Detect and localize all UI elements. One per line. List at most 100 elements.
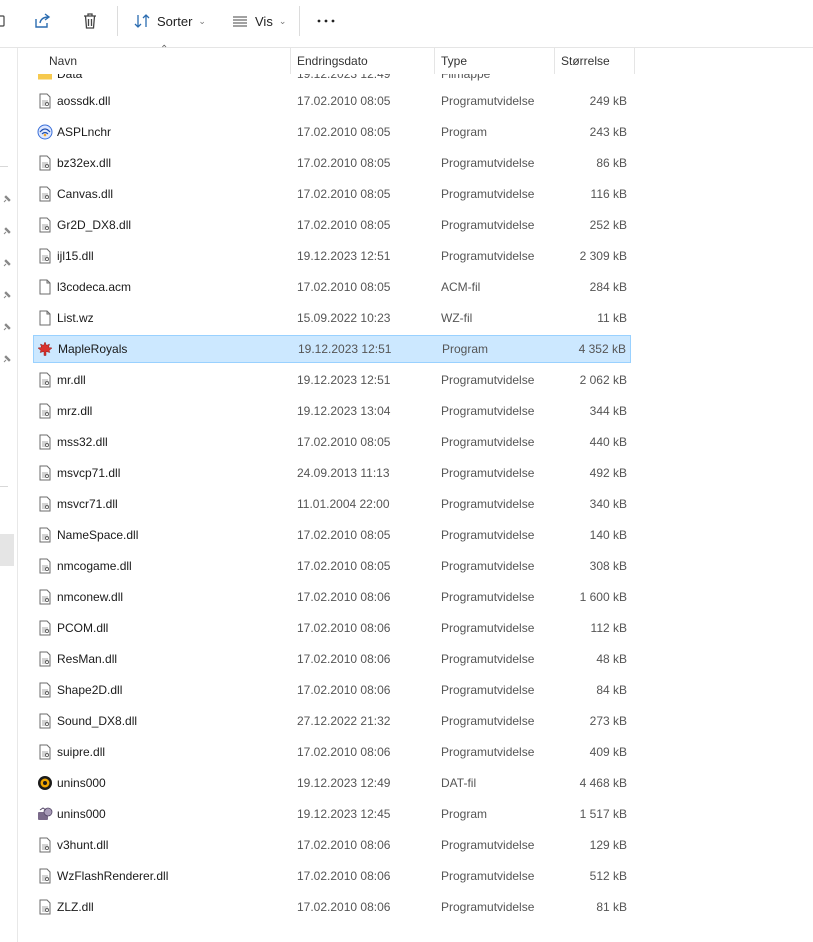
file-name: v3hunt.dll xyxy=(57,838,109,852)
file-name: Canvas.dll xyxy=(57,187,114,201)
file-row[interactable]: msvcp71.dll 24.09.2013 11:13 Programutvide… xyxy=(33,459,631,487)
file-row[interactable]: ASPLnchr 17.02.2010 08:05 Program 243 kB xyxy=(33,118,631,146)
column-header-size[interactable]: Størrelse xyxy=(561,48,633,74)
file-row[interactable]: msvcr71.dll 11.01.2004 22:00 Programutvide… xyxy=(33,490,631,518)
file-date: 17.02.2010 08:05 xyxy=(297,435,391,449)
column-label-size: Størrelse xyxy=(561,54,610,68)
file-type: Programutvidelse xyxy=(441,156,535,170)
file-type: DAT-fil xyxy=(441,776,477,790)
dll-file-icon xyxy=(39,651,51,667)
file-name: nmconew.dll xyxy=(57,590,124,604)
file-row[interactable]: PCOM.dll 17.02.2010 08:06 Programutvidelse… xyxy=(33,614,631,642)
uninstaller-icon xyxy=(38,807,53,820)
file-name: msvcp71.dll xyxy=(57,466,121,480)
file-size: 252 kB xyxy=(589,218,627,232)
file-list: Data 19.12.2023 12:49 Filmappe aossdk.dl… xyxy=(0,0,813,942)
file-row[interactable]: ZLZ.dll 17.02.2010 08:06 Programutvidelse 8… xyxy=(33,893,631,921)
file-row[interactable]: NameSpace.dll 17.02.2010 08:05 Programutvi… xyxy=(33,521,631,549)
file-name: mr.dll xyxy=(57,373,86,387)
file-type: WZ-fil xyxy=(441,311,473,325)
file-row[interactable]: Shape2D.dll 17.02.2010 08:06 Programutvide… xyxy=(33,676,631,704)
file-type: Programutvidelse xyxy=(441,404,535,418)
file-row[interactable]: v3hunt.dll 17.02.2010 08:06 Programutvidel… xyxy=(33,831,631,859)
file-size: 4 352 kB xyxy=(578,342,626,356)
file-row[interactable]: nmconew.dll 17.02.2010 08:06 Programutvide… xyxy=(33,583,631,611)
file-name: bz32ex.dll xyxy=(57,156,112,170)
file-row[interactable]: Sound_DX8.dll 27.12.2022 21:32 Programutvi… xyxy=(33,707,631,735)
dll-file-icon xyxy=(39,465,51,481)
dll-file-icon xyxy=(39,93,51,109)
maple-leaf-icon xyxy=(37,341,53,356)
file-size: 249 kB xyxy=(589,94,627,108)
file-name: aossdk.dll xyxy=(57,94,111,108)
column-separator[interactable] xyxy=(290,48,291,74)
dll-file-icon xyxy=(39,837,51,853)
dll-file-icon xyxy=(39,682,51,698)
file-size: 84 kB xyxy=(596,683,627,697)
file-name: unins000 xyxy=(57,807,106,821)
file-row[interactable]: mss32.dll 17.02.2010 08:05 Programutvidels… xyxy=(33,428,631,456)
file-date: 24.09.2013 11:13 xyxy=(297,466,390,480)
file-date: 17.02.2010 08:05 xyxy=(297,125,391,139)
file-row[interactable]: ResMan.dll 17.02.2010 08:06 Programutvidel… xyxy=(33,645,631,673)
file-type: Programutvidelse xyxy=(441,590,535,604)
file-row[interactable]: suipre.dll 17.02.2010 08:06 Programutvidel… xyxy=(33,738,631,766)
file-type: Programutvidelse xyxy=(441,714,535,728)
column-separator[interactable] xyxy=(634,48,635,74)
file-date: 15.09.2022 10:23 xyxy=(297,311,391,325)
file-type: Program xyxy=(441,807,488,821)
file-row[interactable]: Canvas.dll 17.02.2010 08:05 Programutvidel… xyxy=(33,180,631,208)
file-row[interactable]: MapleRoyals 19.12.2023 12:51 Program 4 352 … xyxy=(33,335,631,363)
file-size: 492 kB xyxy=(589,466,627,480)
column-header-date[interactable]: Endringsdato xyxy=(297,48,433,74)
file-name: Shape2D.dll xyxy=(57,683,123,697)
file-name: Gr2D_DX8.dll xyxy=(57,218,132,232)
file-date: 19.12.2023 12:51 xyxy=(297,249,391,263)
file-size: 81 kB xyxy=(596,900,627,914)
file-row[interactable]: unins000 19.12.2023 12:45 Program 1 517 kB xyxy=(33,800,631,828)
file-size: 4 468 kB xyxy=(579,776,627,790)
file-type: Programutvidelse xyxy=(441,559,535,573)
column-header-type[interactable]: Type xyxy=(441,48,553,74)
file-row[interactable]: WzFlashRenderer.dll 17.02.2010 08:06 Progr… xyxy=(33,862,631,890)
column-separator[interactable] xyxy=(434,48,435,74)
dll-file-icon xyxy=(39,589,51,605)
file-type: Programutvidelse xyxy=(441,218,535,232)
file-size: 243 kB xyxy=(589,125,627,139)
dll-file-icon xyxy=(39,558,51,574)
file-type: Programutvidelse xyxy=(441,869,535,883)
file-size: 273 kB xyxy=(589,714,627,728)
dll-file-icon xyxy=(39,186,51,202)
file-name: NameSpace.dll xyxy=(57,528,139,542)
file-type: Programutvidelse xyxy=(441,745,535,759)
column-separator[interactable] xyxy=(554,48,555,74)
file-row[interactable]: List.wz 15.09.2022 10:23 WZ-fil 11 kB xyxy=(33,304,631,332)
file-name: ResMan.dll xyxy=(57,652,118,666)
file-row[interactable]: l3codeca.acm 17.02.2010 08:05 ACM-fil 284 k… xyxy=(33,273,631,301)
file-type: Programutvidelse xyxy=(441,187,535,201)
file-row[interactable]: mrz.dll 19.12.2023 13:04 Programutvidelse 3… xyxy=(33,397,631,425)
file-type: Programutvidelse xyxy=(441,497,535,511)
dll-file-icon xyxy=(39,403,51,419)
file-size: 2 062 kB xyxy=(579,373,627,387)
file-row[interactable]: nmcogame.dll 17.02.2010 08:05 Programutvid… xyxy=(33,552,631,580)
file-name: ZLZ.dll xyxy=(57,900,94,914)
file-date: 19.12.2023 12:51 xyxy=(297,373,391,387)
file-type: Programutvidelse xyxy=(441,683,535,697)
file-name: l3codeca.acm xyxy=(57,280,132,294)
file-row[interactable]: unins000 19.12.2023 12:49 DAT-fil 4 468 kB xyxy=(33,769,631,797)
file-row[interactable]: ijl15.dll 19.12.2023 12:51 Programutvidels… xyxy=(33,242,631,270)
file-row[interactable]: Gr2D_DX8.dll 17.02.2010 08:05 Programutvid… xyxy=(33,211,631,239)
file-row[interactable]: aossdk.dll 17.02.2010 08:05 Programutvidel… xyxy=(33,87,631,115)
file-row[interactable]: mr.dll 19.12.2023 12:51 Programutvidelse 2 … xyxy=(33,366,631,394)
dll-file-icon xyxy=(39,868,51,884)
dll-file-icon xyxy=(39,372,51,388)
file-size: 140 kB xyxy=(589,528,627,542)
file-row[interactable]: bz32ex.dll 17.02.2010 08:05 Programutvidel… xyxy=(33,149,631,177)
file-type: Programutvidelse xyxy=(441,94,535,108)
file-name: List.wz xyxy=(57,311,94,325)
file-size: 1 517 kB xyxy=(579,807,627,821)
column-header-name[interactable]: Navn xyxy=(49,48,289,74)
file-type: Programutvidelse xyxy=(441,528,535,542)
file-type: ACM-fil xyxy=(441,280,481,294)
